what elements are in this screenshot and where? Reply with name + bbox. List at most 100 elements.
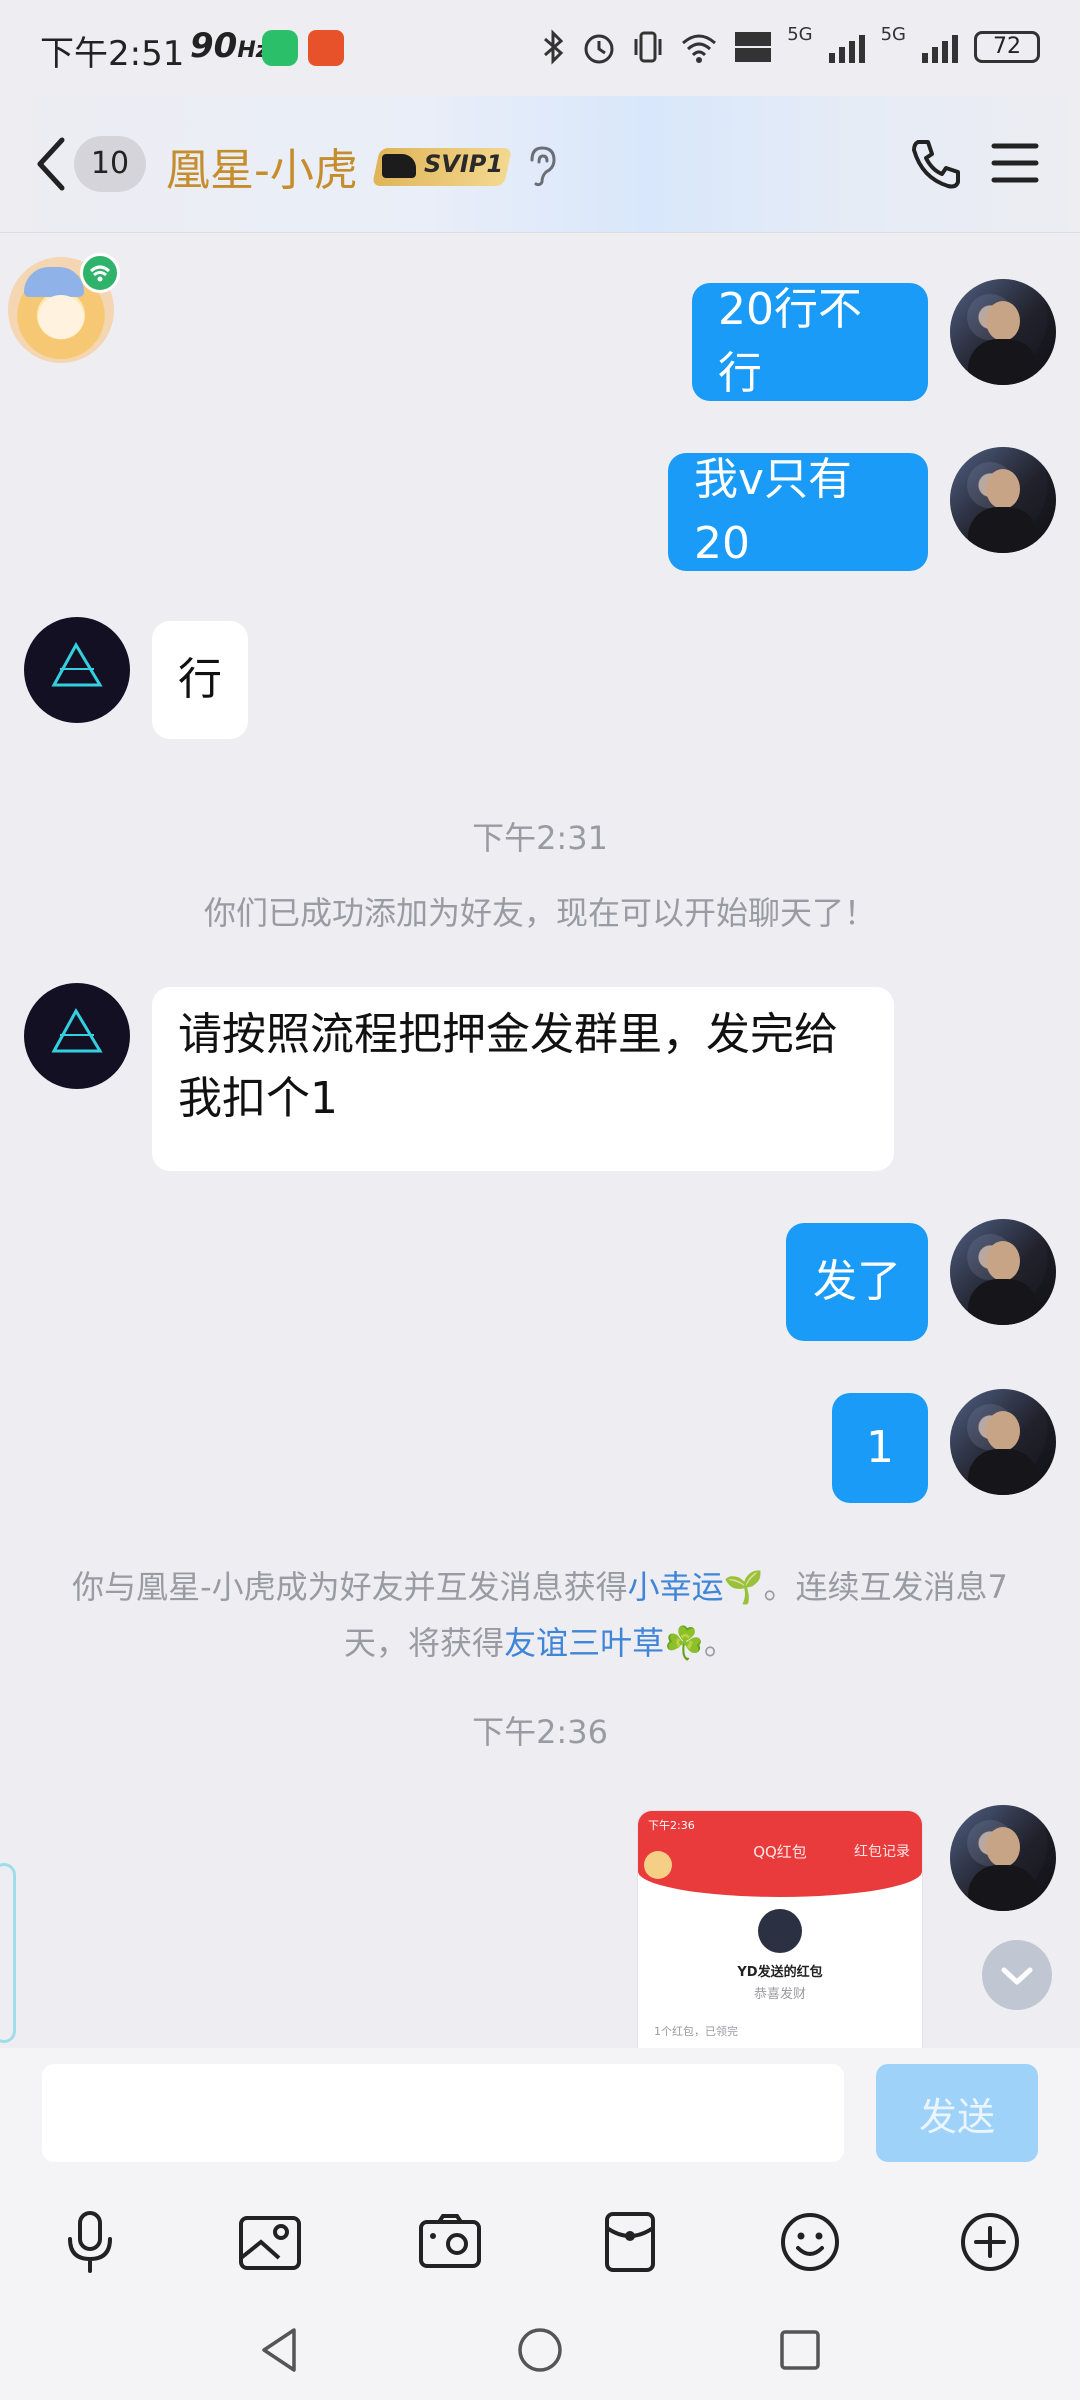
online-status-icon — [80, 253, 120, 293]
ear-icon[interactable] — [524, 144, 560, 188]
app-notification-icon — [308, 30, 344, 66]
photo-button[interactable] — [230, 2202, 310, 2282]
chat-screen: 下午2:51 90Hz 5G 5G 72 10 凰星-小虎 SVIP1 20行不… — [0, 0, 1080, 2400]
red-packet-icon — [605, 2212, 655, 2272]
image-icon — [239, 2216, 301, 2270]
timestamp: 下午2:31 — [472, 819, 608, 857]
self-avatar[interactable] — [950, 447, 1056, 553]
hd-icon — [735, 32, 772, 62]
contact-avatar[interactable] — [24, 983, 130, 1089]
message-line: 请按照流程把押金发群里，发完给 — [178, 1009, 838, 1060]
message-bubble-other[interactable]: 请按照流程把押金发群里，发完给 我扣个1 — [152, 987, 894, 1171]
timestamp: 下午2:36 — [472, 1713, 608, 1751]
avatar-head — [986, 1827, 1020, 1867]
red-packet-status-time: 下午2:36 — [648, 1819, 695, 1832]
refresh-rate-value: 90 — [190, 26, 238, 66]
contact-avatar[interactable] — [24, 617, 130, 723]
status-time: 下午2:51 — [40, 34, 185, 74]
input-bar: 发送 — [0, 2048, 1080, 2190]
avatar-head — [986, 1411, 1020, 1451]
status-bar: 下午2:51 90Hz 5G 5G 72 — [0, 0, 1080, 96]
message-bubble-self[interactable]: 我v只有20 — [668, 453, 928, 571]
alarm-icon — [584, 34, 614, 64]
avatar-body — [968, 1449, 1038, 1495]
unread-count-badge[interactable]: 10 — [74, 136, 146, 192]
svip-icon — [382, 154, 416, 178]
wifi-icon — [682, 34, 717, 63]
message-bubble-other[interactable]: 行 — [152, 621, 248, 739]
contact-name[interactable]: 凰星-小虎 — [166, 134, 358, 198]
camera-icon — [419, 2214, 481, 2268]
bluetooth-icon — [544, 29, 564, 65]
message-bubble-self[interactable]: 发了 — [786, 1223, 928, 1341]
system-text: 天，将获得 — [344, 1624, 505, 1662]
network-label-1: 5G — [787, 24, 813, 45]
menu-icon[interactable] — [990, 140, 1040, 186]
svip-label: SVIP1 — [424, 150, 504, 178]
more-button[interactable] — [950, 2202, 1030, 2282]
sender-avatar — [758, 1909, 802, 1953]
red-packet-sender: YD发送的红包 — [737, 1965, 823, 1980]
emoji-button[interactable] — [770, 2202, 850, 2282]
triangle-back-icon — [262, 2328, 296, 2372]
signal-2-icon — [922, 35, 958, 63]
brand-logo-icon — [51, 641, 103, 687]
self-avatar[interactable] — [950, 1805, 1056, 1911]
camera-button[interactable] — [410, 2202, 490, 2282]
avatar-body — [968, 1865, 1038, 1911]
self-avatar[interactable] — [950, 279, 1056, 385]
circle-home-icon — [518, 2328, 562, 2372]
red-packet-wish: 恭喜发财 — [753, 1987, 806, 2002]
self-avatar[interactable] — [950, 1219, 1056, 1325]
chat-header: 10 凰星-小虎 SVIP1 — [0, 96, 1080, 233]
lucky-sprout-link[interactable]: 小幸运🌱 — [628, 1568, 764, 1606]
avatar-body — [968, 1279, 1038, 1325]
red-packet-screenshot[interactable]: 下午2:36 QQ红包 红包记录 YD发送的红包 恭喜发财 1个红包，已领完 — [638, 1811, 922, 2048]
system-text: 。 — [703, 1624, 736, 1662]
message-input[interactable] — [42, 2064, 844, 2162]
avatar-body — [968, 339, 1038, 385]
avatar-head — [986, 469, 1020, 509]
status-icons: 5G 5G 72 — [541, 24, 1040, 70]
square-recents-icon — [780, 2330, 820, 2370]
voice-button[interactable] — [50, 2202, 130, 2282]
send-button[interactable]: 发送 — [876, 2064, 1038, 2162]
wifi-status-icon — [90, 265, 110, 282]
nav-back-button[interactable] — [250, 2320, 310, 2380]
signal-1-icon — [828, 35, 865, 63]
red-packet-button[interactable] — [590, 2202, 670, 2282]
friendship-clover-link[interactable]: 友谊三叶草☘️ — [504, 1624, 704, 1662]
chevron-down-icon — [1001, 1967, 1033, 1985]
vibrate-icon — [634, 31, 662, 63]
red-packet-count: 1个红包，已领完 — [654, 2025, 738, 2038]
back-button[interactable] — [30, 134, 74, 194]
friendship-system-message: 你与凰星-小虎成为好友并互发消息获得小幸运🌱。连续互发消息7 天，将获得友谊三叶… — [60, 1559, 1020, 1671]
battery-indicator: 72 — [974, 31, 1040, 63]
avatar-body — [968, 507, 1038, 553]
self-avatar[interactable] — [950, 1389, 1056, 1495]
avatar-hat — [24, 267, 84, 297]
message-list[interactable]: 20行不行 我v只有20 行 下午2:31 你们已成功添加为好友，现在可以开始聊… — [0, 233, 1080, 2048]
system-message: 你们已成功添加为好友，现在可以开始聊天了！ — [203, 894, 876, 932]
input-toolbar — [0, 2190, 1080, 2294]
scroll-to-bottom-button[interactable] — [982, 1940, 1052, 2010]
nav-recents-button[interactable] — [770, 2320, 830, 2380]
plus-icon — [961, 2213, 1019, 2271]
red-packet-record: 红包记录 — [854, 1844, 910, 1860]
avatar-head — [986, 1241, 1020, 1281]
nav-home-button[interactable] — [510, 2320, 570, 2380]
message-line: 我扣个1 — [178, 1073, 338, 1124]
message-bubble-self[interactable]: 1 — [832, 1393, 928, 1503]
phone-call-icon[interactable] — [908, 136, 964, 192]
system-text: 。连续互发消息7 — [763, 1568, 1008, 1606]
brand-logo-icon — [51, 1007, 103, 1053]
messaging-app-icon — [262, 30, 298, 66]
network-label-2: 5G — [880, 24, 906, 45]
system-text: 你与凰星-小虎成为好友并互发消息获得 — [72, 1568, 628, 1606]
refresh-rate: 90Hz — [190, 26, 269, 66]
message-bubble-self[interactable]: 20行不行 — [692, 283, 928, 401]
microphone-icon — [68, 2211, 112, 2273]
emoji-icon — [781, 2213, 839, 2271]
side-drawer-handle[interactable] — [0, 1863, 16, 2043]
system-nav-bar — [0, 2294, 1080, 2400]
